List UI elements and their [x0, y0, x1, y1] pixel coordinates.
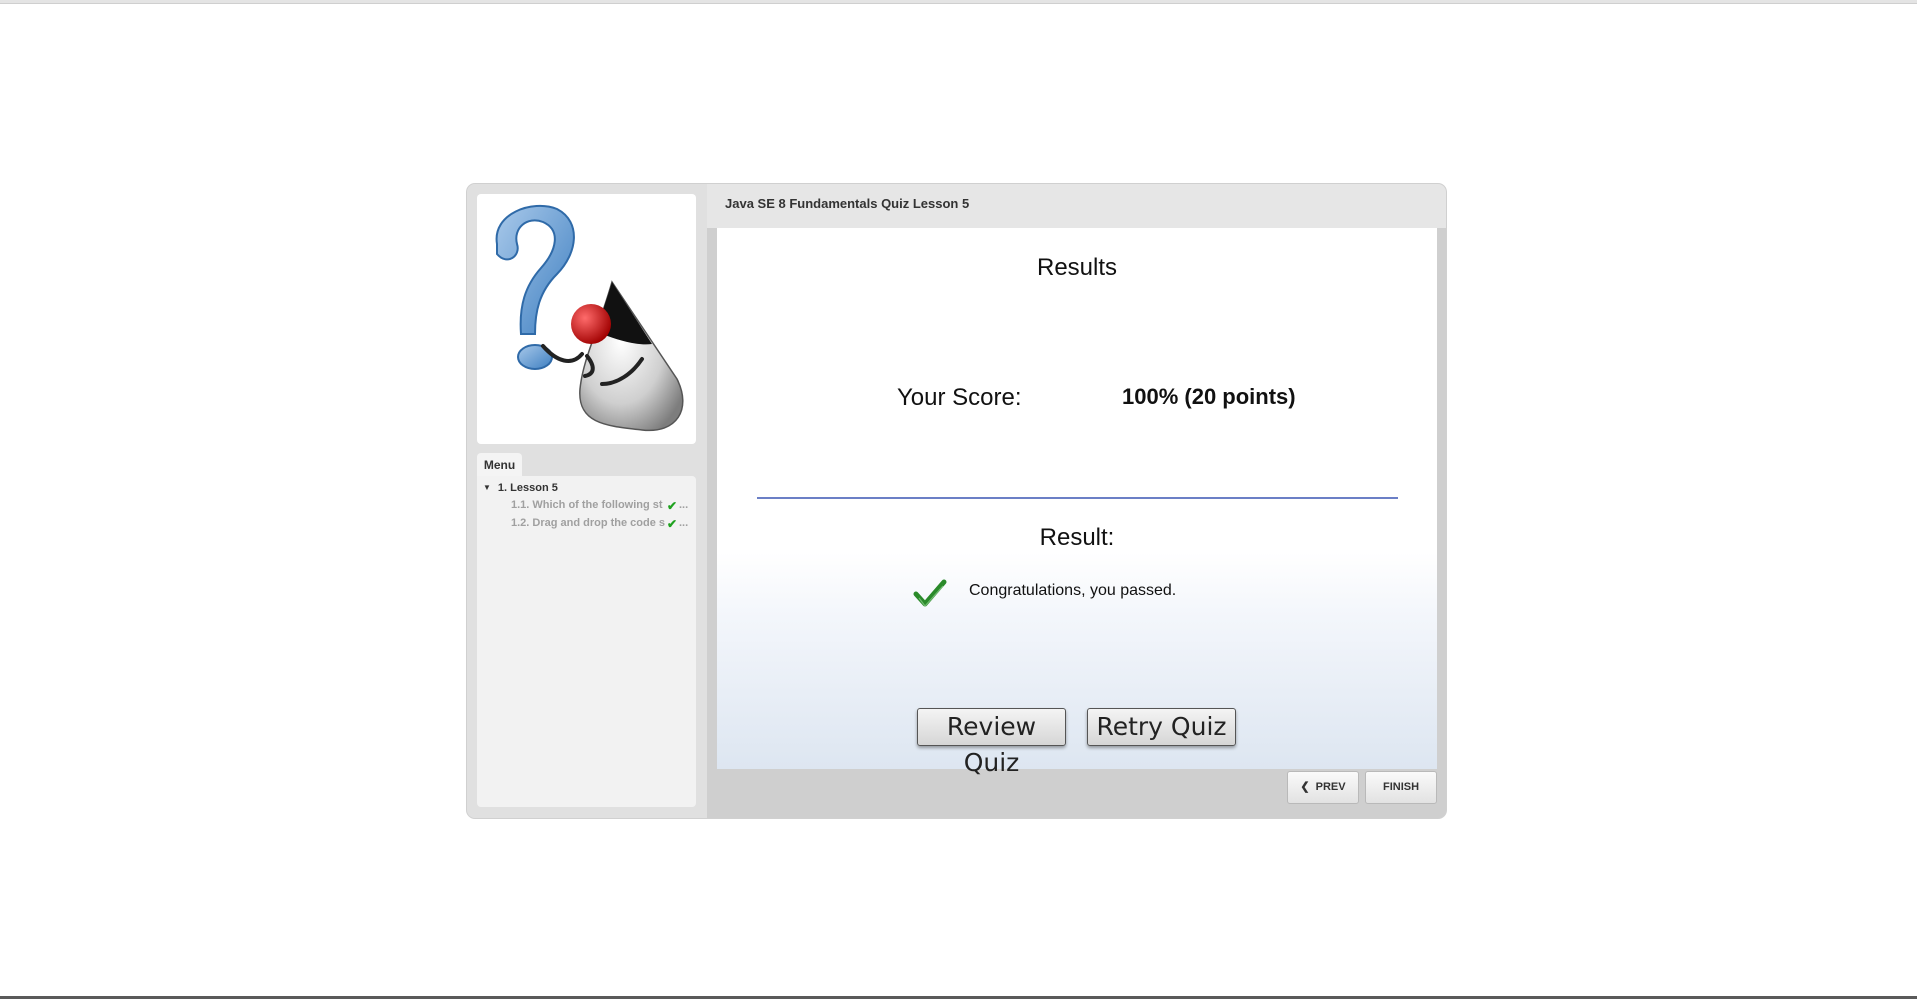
prev-label: PREV — [1315, 781, 1346, 793]
results-heading: Results — [1036, 254, 1118, 281]
duke-logo — [477, 194, 696, 444]
menu-tab[interactable]: Menu — [477, 453, 522, 476]
expand-triangle-icon[interactable]: ▼ — [483, 483, 491, 492]
menu-panel: ▼ 1. Lesson 5 1.1. Which of the following… — [477, 476, 696, 807]
completed-check-icon: ✔ — [667, 517, 678, 529]
header-bar: Java SE 8 Fundamentals Quiz Lesson 5 — [707, 184, 1446, 228]
menu-question-label: 1.1. Which of the following st — [511, 499, 663, 511]
sidebar: Menu ▼ 1. Lesson 5 1.1. Which of the foll… — [467, 184, 707, 818]
divider — [757, 497, 1398, 499]
menu-lesson-item[interactable]: ▼ 1. Lesson 5 — [483, 482, 558, 494]
quiz-title: Java SE 8 Fundamentals Quiz Lesson 5 — [725, 196, 970, 211]
result-label: Result: — [1039, 524, 1115, 551]
prev-button[interactable]: ❮ PREV — [1287, 771, 1359, 804]
review-quiz-button[interactable]: Review Quiz — [917, 708, 1066, 777]
result-message: Congratulations, you passed. — [969, 582, 1177, 599]
finish-button[interactable]: FINISH — [1365, 771, 1437, 804]
results-slide: Results Your Score: 100% (20 points) Res… — [717, 228, 1437, 777]
ellipsis: ... — [679, 517, 689, 529]
chevron-left-icon: ❮ — [1300, 781, 1310, 793]
score-label: Your Score: — [897, 384, 1022, 411]
browser-top-border — [0, 0, 1917, 4]
quiz-player: Menu ▼ 1. Lesson 5 1.1. Which of the foll… — [467, 184, 1446, 818]
duke-question-icon — [495, 204, 684, 432]
menu-lesson-label: 1. Lesson 5 — [497, 482, 558, 494]
retry-quiz-button[interactable]: Retry Quiz — [1087, 708, 1236, 746]
ellipsis: ... — [679, 499, 689, 511]
score-value: 100% (20 points) — [1122, 384, 1296, 409]
main-content: Java SE 8 Fundamentals Quiz Lesson 5 Res… — [707, 184, 1446, 818]
menu-question-label: 1.2. Drag and drop the code s — [511, 517, 666, 529]
menu-question-item[interactable]: 1.2. Drag and drop the code s ✔ ... — [511, 517, 689, 529]
completed-check-icon: ✔ — [667, 499, 678, 511]
menu-question-item[interactable]: 1.1. Which of the following st ✔ ... — [511, 499, 689, 511]
check-icon — [913, 579, 947, 607]
